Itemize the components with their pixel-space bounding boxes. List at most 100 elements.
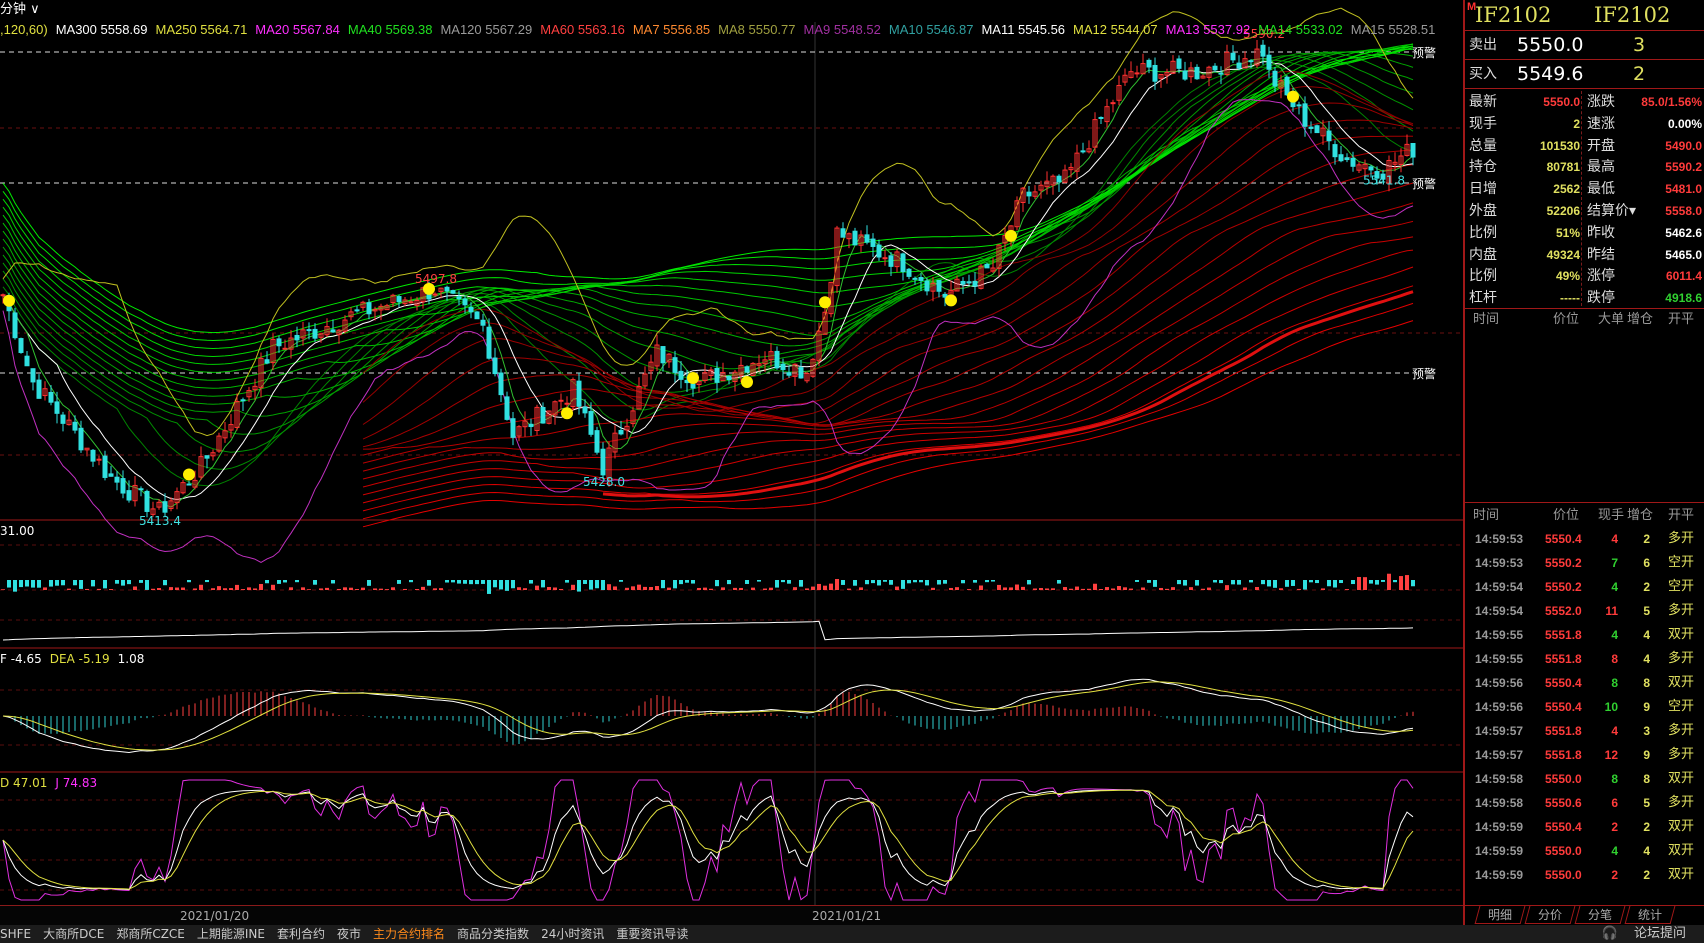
kline-chart[interactable]: 预警预警预警5590.25497.85428.05413.45541.8 xyxy=(0,0,1463,905)
tick-time: 14:59:58 xyxy=(1475,796,1524,810)
volume-bar xyxy=(661,580,665,589)
big-order-list[interactable]: 时间 价位 大单 增仓 开平 xyxy=(1465,309,1704,503)
volume-bar xyxy=(1285,580,1289,587)
nav-item[interactable]: 郑商所CZCE xyxy=(116,927,185,941)
volume-bar xyxy=(103,580,107,589)
column-header: 价位 xyxy=(1553,508,1580,523)
volume-bar xyxy=(241,589,245,590)
ma-legend-item: MA20 5567.84 xyxy=(255,22,340,37)
candle-body xyxy=(96,458,102,461)
volume-bar xyxy=(115,580,119,584)
kdj-value: J 74.83 xyxy=(55,776,98,790)
volume-label: 31.00 xyxy=(0,524,35,538)
candle-body xyxy=(72,421,78,431)
volume-bar xyxy=(883,580,887,582)
candle-body xyxy=(972,280,978,287)
candle-body xyxy=(1296,104,1302,107)
forum-button[interactable]: 🎧 论坛提问 xyxy=(1602,925,1698,943)
candle-body xyxy=(1248,60,1254,63)
nav-item[interactable]: 重要资讯导读 xyxy=(616,927,688,941)
candle-body xyxy=(162,501,168,513)
nav-item[interactable]: 夜市 xyxy=(337,927,361,941)
tick-row: 14:59:55 5551.8 8 4 多开 xyxy=(1465,647,1704,671)
ma-line xyxy=(2,55,1414,453)
tick-time: 14:59:57 xyxy=(1475,724,1524,738)
volume-bar xyxy=(1357,576,1361,590)
field-label[interactable]: 结算价▾ xyxy=(1587,200,1636,222)
volume-bar xyxy=(289,587,293,590)
field-value: 5462.6 xyxy=(1665,225,1702,240)
volume-bar xyxy=(79,580,83,589)
volume-bar xyxy=(991,580,995,582)
volume-bar xyxy=(379,588,383,590)
candle-body xyxy=(906,268,912,277)
candle-body xyxy=(840,228,846,238)
candle-body xyxy=(366,302,372,315)
candle-body xyxy=(576,380,582,407)
volume-bar xyxy=(829,583,833,590)
ma-legend-item: MA13 5537.92 xyxy=(1165,22,1251,37)
ma-legend-item: MA40 5569.38 xyxy=(347,22,433,37)
tab-price-dist[interactable]: 分价 xyxy=(1524,906,1576,924)
volume-bar xyxy=(1321,588,1325,590)
tick-type: 双开 xyxy=(1668,843,1695,858)
tab-ticks[interactable]: 分笔 xyxy=(1574,906,1626,924)
volume-bar xyxy=(499,580,503,590)
nav-item[interactable]: 上期能源INE xyxy=(197,927,265,941)
volume-bar xyxy=(253,588,257,590)
candle-body xyxy=(924,280,930,292)
volume-bar xyxy=(985,580,989,583)
tick-volume: 11 xyxy=(1605,604,1618,618)
tick-time: 14:59:55 xyxy=(1475,628,1524,642)
candle-body xyxy=(672,357,678,373)
volume-bar xyxy=(283,580,287,583)
candle-body xyxy=(1266,54,1272,70)
tab-stats[interactable]: 统计 xyxy=(1624,906,1676,924)
tick-oi-change: 8 xyxy=(1643,772,1650,786)
volume-bar xyxy=(247,587,251,590)
volume-bar xyxy=(715,580,719,587)
forum-label: 论坛提问 xyxy=(1633,926,1686,941)
candle-body xyxy=(306,329,312,332)
indicator-params[interactable]: ,120,60) xyxy=(0,22,48,37)
volume-bar xyxy=(889,580,893,585)
candle-body xyxy=(138,488,144,491)
period-selector[interactable]: 分钟 ∨ xyxy=(0,0,40,20)
candle-body xyxy=(480,319,486,326)
nav-item[interactable]: SHFE xyxy=(0,927,31,941)
volume-bar xyxy=(73,580,77,586)
tab-detail[interactable]: 明细 xyxy=(1474,906,1526,924)
nav-item[interactable]: 大商所DCE xyxy=(43,927,104,941)
tick-time: 14:59:55 xyxy=(1475,652,1524,666)
tick-price: 5550.4 xyxy=(1545,820,1582,834)
field-value: 5465.0 xyxy=(1665,247,1702,262)
nav-item[interactable]: 商品分类指数 xyxy=(457,927,529,941)
ask-row[interactable]: 卖出 5550.0 3 xyxy=(1465,31,1704,60)
nav-item[interactable]: 主力合约排名 xyxy=(373,927,445,941)
field-label: 杠杆 xyxy=(1469,290,1497,307)
volume-bar xyxy=(1129,588,1133,590)
column-header: 时间 xyxy=(1473,508,1500,523)
tick-volume: 7 xyxy=(1611,556,1618,570)
contract-code[interactable]: IF2102 xyxy=(1475,0,1551,31)
candle-body xyxy=(408,301,414,304)
tick-list[interactable]: 14:59:53 5550.4 4 2 多开 14:59:53 5550.2 7 6 空开 14:5… xyxy=(1465,527,1704,887)
kdj-j-line xyxy=(2,779,1414,902)
column-header: 价位 xyxy=(1553,312,1580,327)
volume-bar xyxy=(205,580,209,583)
ask-price: 5550.0 xyxy=(1517,34,1584,56)
candle-body xyxy=(1176,58,1182,69)
volume-bar xyxy=(85,588,89,590)
volume-bar xyxy=(1063,587,1067,590)
nav-item[interactable]: 24小时资讯 xyxy=(541,927,604,941)
volume-bar xyxy=(181,587,185,590)
candle-body xyxy=(864,234,870,243)
field-value: 51% xyxy=(1555,225,1580,240)
signal-smiley-icon xyxy=(819,296,831,309)
volume-bar xyxy=(157,588,161,590)
candle-body xyxy=(30,368,36,383)
nav-item[interactable]: 套利合约 xyxy=(277,927,325,941)
candle-body xyxy=(882,257,888,260)
bid-row[interactable]: 买入 5549.6 2 xyxy=(1465,60,1704,89)
volume-bar xyxy=(1387,573,1391,590)
